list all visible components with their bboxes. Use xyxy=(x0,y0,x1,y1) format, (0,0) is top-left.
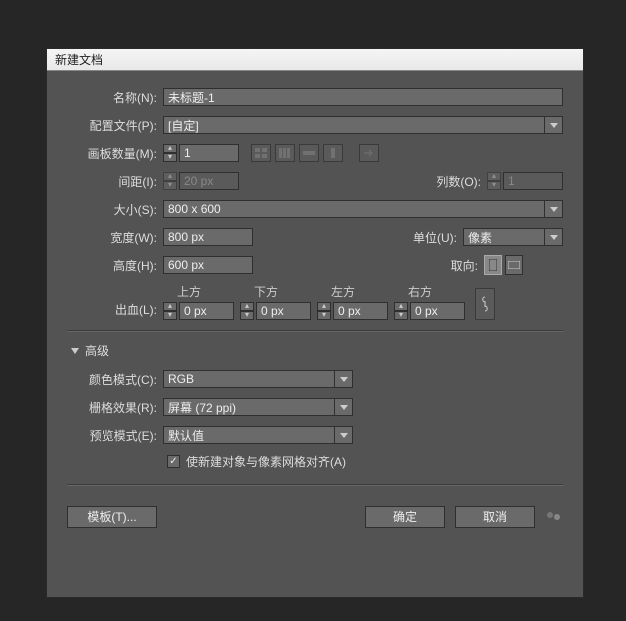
bleed-label: 出血(L): xyxy=(67,301,163,320)
advanced-toggle[interactable]: 高级 xyxy=(71,342,563,359)
profile-select[interactable]: [自定] xyxy=(163,116,545,134)
artboard-stepper[interactable]: ▴▾ xyxy=(163,144,177,162)
arrow-right-icon xyxy=(359,144,379,162)
units-label: 单位(U): xyxy=(403,229,463,246)
bleed-top-stepper[interactable]: ▴▾ xyxy=(163,302,177,320)
ok-button[interactable]: 确定 xyxy=(365,506,445,528)
size-label: 大小(S): xyxy=(67,201,163,218)
bleed-right-input[interactable] xyxy=(410,302,465,320)
bleed-top-input[interactable] xyxy=(179,302,234,320)
color-mode-dropdown-button[interactable] xyxy=(335,370,353,388)
orient-label: 取向: xyxy=(424,257,484,274)
dialog-title: 新建文档 xyxy=(47,49,583,71)
advanced-label: 高级 xyxy=(85,342,109,359)
new-document-dialog: 新建文档 名称(N): 配置文件(P): [自定] 画板数量(M): ▴▾ xyxy=(46,48,584,598)
units-select[interactable]: 像素 xyxy=(463,228,545,246)
bleed-right-stepper[interactable]: ▴▾ xyxy=(394,302,408,320)
color-mode-select[interactable]: RGB xyxy=(163,370,335,388)
width-label: 宽度(W): xyxy=(67,229,163,246)
bleed-right-label: 右方 xyxy=(394,283,465,300)
cancel-button[interactable]: 取消 xyxy=(455,506,535,528)
orientation-portrait-button[interactable] xyxy=(484,255,502,275)
height-label: 高度(H): xyxy=(67,257,163,274)
link-icon xyxy=(480,295,490,313)
preview-label: 预览模式(E): xyxy=(67,427,163,444)
template-button[interactable]: 模板(T)... xyxy=(67,506,157,528)
orientation-landscape-button[interactable] xyxy=(505,255,523,275)
spacing-input xyxy=(179,172,239,190)
raster-label: 栅格效果(R): xyxy=(67,399,163,416)
bleed-bottom-input[interactable] xyxy=(256,302,311,320)
width-input[interactable] xyxy=(163,228,253,246)
spacing-label: 间距(I): xyxy=(67,173,163,190)
grid-by-row-icon xyxy=(251,144,271,162)
checkbox-icon[interactable]: ✓ xyxy=(167,455,180,468)
profile-label: 配置文件(P): xyxy=(67,117,163,134)
cols-label: 列数(O): xyxy=(427,173,487,190)
team-icon xyxy=(545,509,563,525)
raster-select[interactable]: 屏幕 (72 ppi) xyxy=(163,398,335,416)
profile-dropdown-button[interactable] xyxy=(545,116,563,134)
cols-input xyxy=(503,172,563,190)
bleed-left-label: 左方 xyxy=(317,283,388,300)
chevron-down-icon xyxy=(71,348,79,354)
height-input[interactable] xyxy=(163,256,253,274)
bleed-left-input[interactable] xyxy=(333,302,388,320)
align-label: 使新建对象与像素网格对齐(A) xyxy=(186,453,346,470)
raster-dropdown-button[interactable] xyxy=(335,398,353,416)
color-mode-label: 颜色模式(C): xyxy=(67,371,163,388)
artboards-label: 画板数量(M): xyxy=(67,145,163,162)
name-label: 名称(N): xyxy=(67,89,163,106)
name-input[interactable] xyxy=(163,88,563,106)
arrange-row-icon xyxy=(299,144,319,162)
preview-select[interactable]: 默认值 xyxy=(163,426,335,444)
bleed-left-stepper[interactable]: ▴▾ xyxy=(317,302,331,320)
grid-by-col-icon xyxy=(275,144,295,162)
cols-stepper: ▴▾ xyxy=(487,172,501,190)
size-dropdown-button[interactable] xyxy=(545,200,563,218)
preview-dropdown-button[interactable] xyxy=(335,426,353,444)
align-checkbox-row[interactable]: ✓ 使新建对象与像素网格对齐(A) xyxy=(167,453,563,470)
size-select[interactable]: 800 x 600 xyxy=(163,200,545,218)
arrange-col-icon xyxy=(323,144,343,162)
link-bleed-button[interactable] xyxy=(475,288,495,320)
artboards-input[interactable] xyxy=(179,144,239,162)
units-dropdown-button[interactable] xyxy=(545,228,563,246)
spacing-stepper: ▴▾ xyxy=(163,172,177,190)
bleed-bottom-stepper[interactable]: ▴▾ xyxy=(240,302,254,320)
bleed-top-label: 上方 xyxy=(163,283,234,300)
bleed-bottom-label: 下方 xyxy=(240,283,311,300)
